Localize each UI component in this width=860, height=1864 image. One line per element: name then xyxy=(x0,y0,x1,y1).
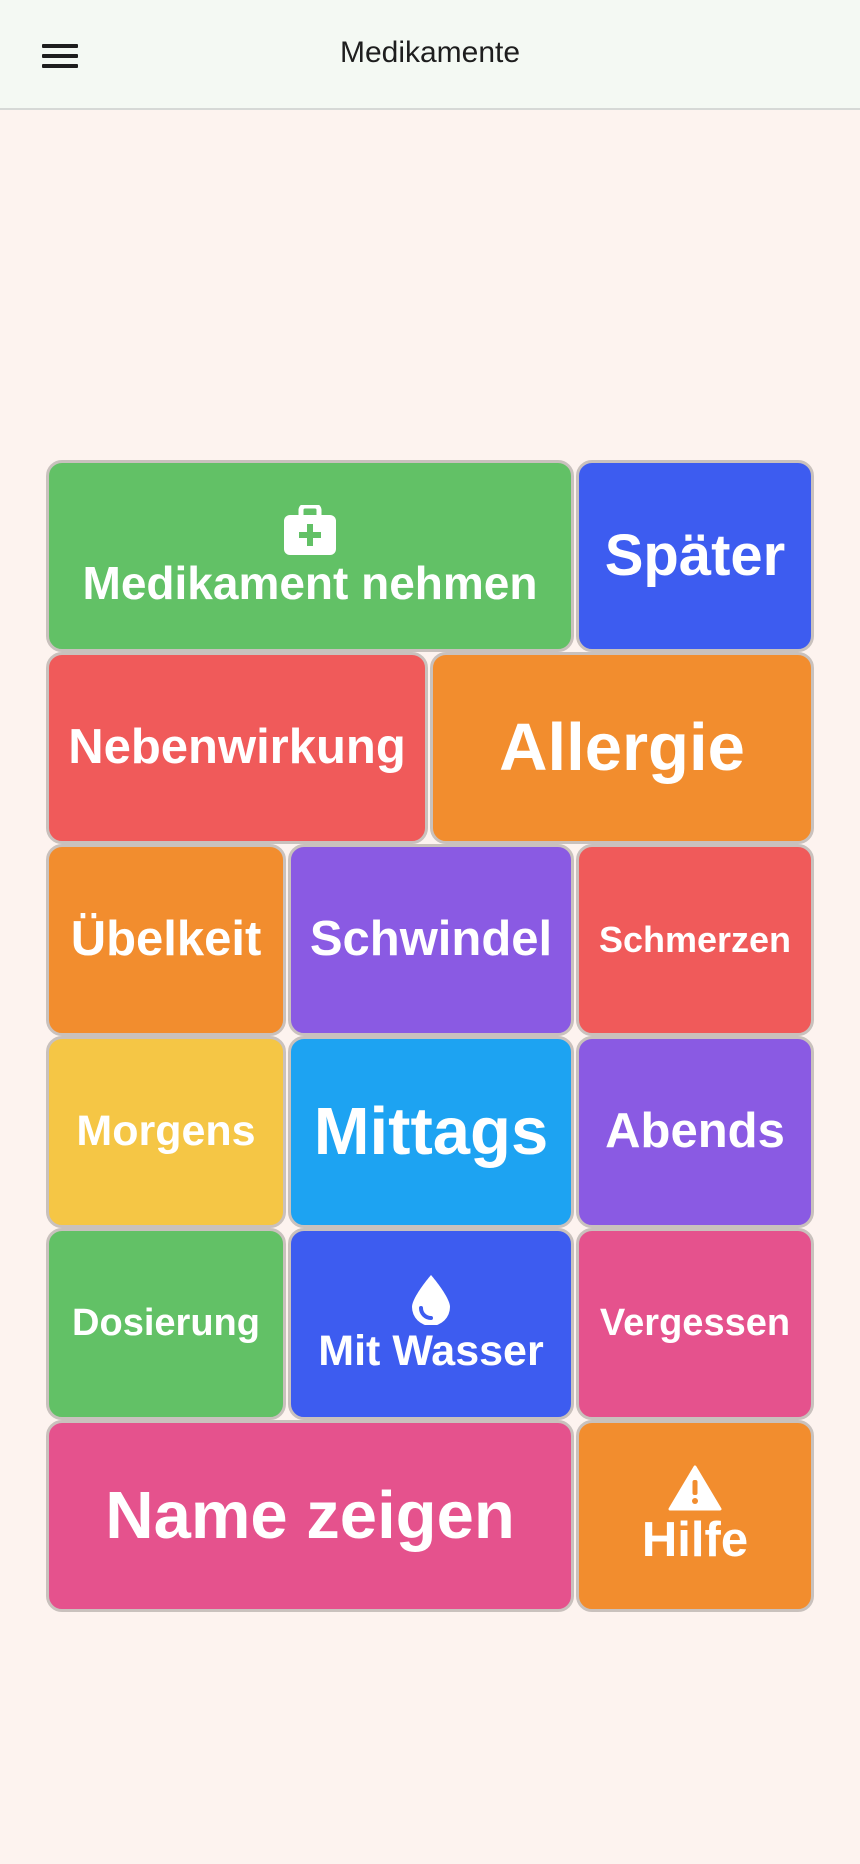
side-effect-button[interactable]: Nebenwirkung xyxy=(46,652,428,844)
evening-label: Abends xyxy=(605,1104,785,1159)
water-drop-icon xyxy=(412,1275,450,1326)
evening-button[interactable]: Abends xyxy=(576,1036,814,1228)
later-label: Später xyxy=(604,522,786,588)
take-medication-label: Medikament nehmen xyxy=(82,556,538,609)
pain-button[interactable]: Schmerzen xyxy=(576,844,814,1036)
show-name-label: Name zeigen xyxy=(105,1477,515,1553)
warning-icon xyxy=(668,1465,722,1511)
pain-label: Schmerzen xyxy=(598,919,792,961)
allergy-label: Allergie xyxy=(499,709,745,785)
noon-button[interactable]: Mittags xyxy=(288,1036,574,1228)
page-title: Medikamente xyxy=(339,36,521,69)
nausea-button[interactable]: Übelkeit xyxy=(46,844,286,1036)
noon-label: Mittags xyxy=(313,1093,549,1169)
dizziness-button[interactable]: Schwindel xyxy=(288,844,574,1036)
dizziness-label: Schwindel xyxy=(309,912,553,967)
later-button[interactable]: Später xyxy=(576,460,814,652)
allergy-button[interactable]: Allergie xyxy=(430,652,814,844)
with-water-label: Mit Wasser xyxy=(318,1327,544,1376)
app-header: Medikamente xyxy=(0,0,860,110)
dosage-button[interactable]: Dosierung xyxy=(46,1228,286,1420)
help-button[interactable]: Hilfe xyxy=(576,1420,814,1612)
medical-kit-icon xyxy=(284,504,336,555)
with-water-button[interactable]: Mit Wasser xyxy=(288,1228,574,1420)
forgot-label: Vergessen xyxy=(599,1302,791,1345)
forgot-button[interactable]: Vergessen xyxy=(576,1228,814,1420)
show-name-button[interactable]: Name zeigen xyxy=(46,1420,574,1612)
dosage-label: Dosierung xyxy=(72,1302,260,1345)
help-label: Hilfe xyxy=(641,1513,749,1568)
take-medication-button[interactable]: Medikament nehmen xyxy=(46,460,574,652)
morning-button[interactable]: Morgens xyxy=(46,1036,286,1228)
morning-label: Morgens xyxy=(76,1107,256,1156)
nausea-label: Übelkeit xyxy=(70,912,262,967)
side-effect-label: Nebenwirkung xyxy=(68,720,406,775)
